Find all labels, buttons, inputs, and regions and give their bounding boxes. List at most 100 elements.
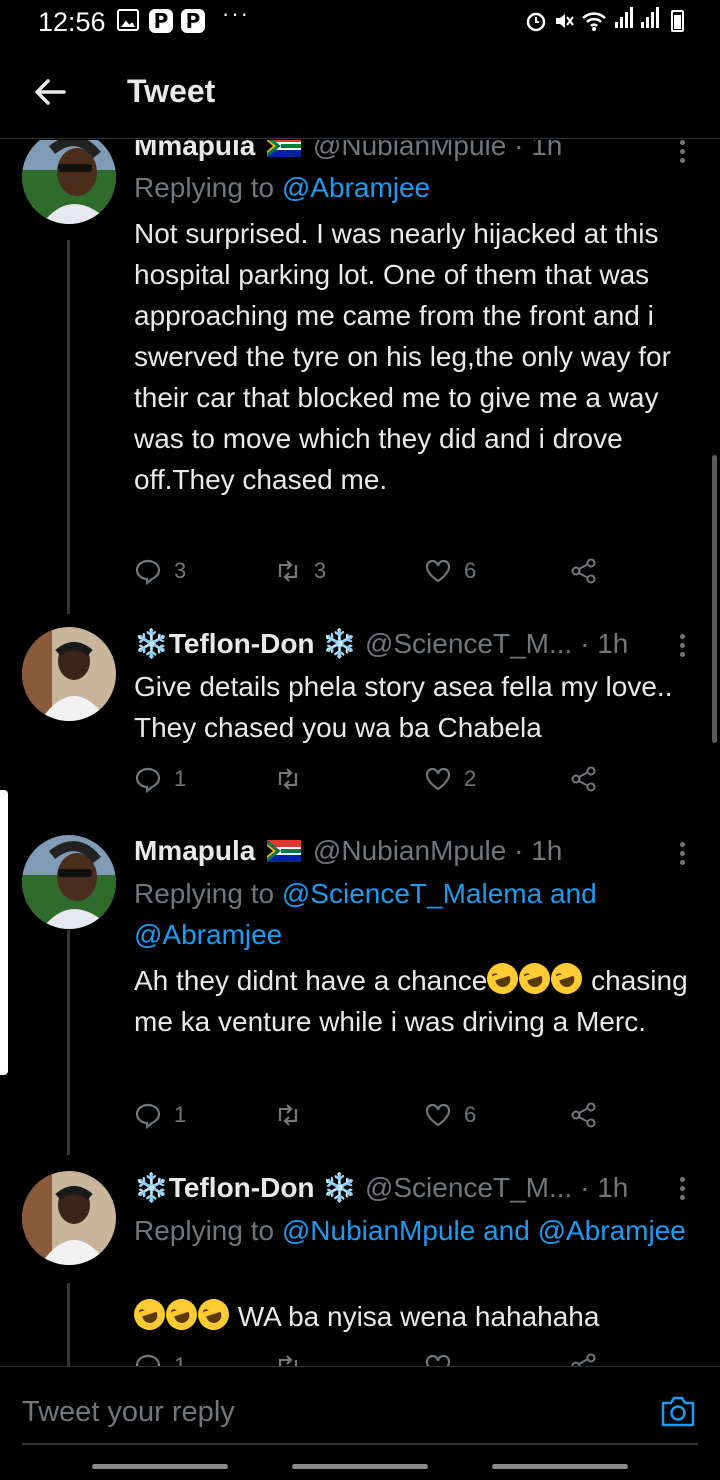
camera-icon[interactable] — [660, 1394, 696, 1428]
tweet-reply[interactable]: ❄️Teflon-Don ❄️ @ScienceT_M... · 1h Give… — [0, 614, 720, 818]
reply-count: 1 — [174, 1353, 187, 1366]
status-time: 12:56 — [38, 7, 106, 37]
reply-input[interactable]: Tweet your reply — [22, 1389, 622, 1435]
share-icon — [571, 1353, 596, 1366]
more-options-icon[interactable] — [680, 140, 692, 167]
tweet-header: ❄️Teflon-Don ❄️ @ScienceT_M... · 1h — [134, 1171, 628, 1207]
handle[interactable]: @NubianMpule — [313, 140, 506, 161]
share-button[interactable] — [570, 1100, 598, 1130]
heart-icon — [425, 767, 451, 791]
battery-icon — [671, 9, 684, 32]
tweet-header: Mmapula @NubianMpule · 1h — [134, 140, 562, 166]
avatar[interactable] — [22, 627, 116, 721]
top-app-bar: Tweet — [0, 44, 720, 139]
share-button[interactable] — [570, 556, 598, 586]
reply-count: 3 — [174, 558, 187, 583]
retweet-icon — [278, 768, 298, 790]
share-icon — [571, 1102, 596, 1128]
retweet-button[interactable] — [274, 764, 314, 794]
retweet-button[interactable] — [274, 1351, 302, 1366]
scrollbar[interactable] — [712, 455, 717, 743]
handle[interactable]: @ScienceT_M... — [365, 628, 572, 659]
alarm-icon — [526, 12, 546, 31]
recents-nav-pill[interactable] — [92, 1464, 228, 1469]
system-icons — [525, 7, 684, 34]
like-button[interactable]: 6 — [424, 556, 476, 586]
rofl-emoji-icon — [483, 958, 523, 999]
back-arrow-icon[interactable] — [30, 72, 70, 112]
like-button[interactable] — [424, 1351, 452, 1366]
tweet-text-part: WA ba nyisa wena hahahaha — [237, 1301, 600, 1332]
display-name[interactable]: Mmapula — [134, 140, 255, 161]
share-button[interactable] — [570, 764, 598, 794]
retweet-button[interactable]: 3 — [274, 556, 326, 586]
avatar[interactable] — [22, 1171, 116, 1265]
like-button[interactable]: 6 — [424, 1100, 476, 1130]
like-count: 6 — [464, 558, 477, 583]
replying-to-label: Replying to — [134, 878, 275, 909]
heart-icon — [425, 559, 451, 583]
divider — [22, 1443, 698, 1445]
thread-line — [67, 1283, 70, 1366]
reply-button[interactable]: 3 — [134, 556, 186, 586]
retweet-count: 3 — [314, 558, 327, 583]
rofl-emoji-icon — [161, 1294, 202, 1335]
replying-to: Replying to @Abramjee — [134, 167, 704, 208]
edge-panel-handle[interactable] — [0, 790, 8, 1075]
mention-link[interactable]: @Abramjee — [282, 172, 430, 203]
reply-button[interactable]: 1 — [134, 1100, 186, 1130]
p-app-icon: P — [149, 9, 173, 33]
more-options-icon[interactable] — [680, 1177, 692, 1204]
share-button[interactable] — [570, 1351, 598, 1366]
timestamp: · 1h — [514, 835, 563, 866]
handle[interactable]: @NubianMpule — [313, 835, 506, 866]
mute-icon — [556, 13, 574, 28]
tweet-actions: 1 2 — [134, 764, 614, 794]
share-icon — [571, 766, 596, 792]
replying-to-label: Replying to — [134, 1215, 275, 1246]
mention-link[interactable]: @NubianMpule and @Abramjee — [282, 1215, 686, 1246]
tweet-reply[interactable]: Mmapula @NubianMpule · 1h Replying to @A… — [0, 140, 720, 614]
reply-count: 1 — [174, 766, 187, 791]
avatar[interactable] — [22, 835, 116, 929]
replying-to-label: Replying to — [134, 172, 275, 203]
display-name[interactable]: ❄️Teflon-Don ❄️ — [134, 628, 357, 659]
back-nav-pill[interactable] — [492, 1464, 628, 1469]
tweet-text: WA ba nyisa wena hahahaha — [129, 1294, 706, 1337]
display-name[interactable]: Mmapula — [134, 835, 255, 866]
rofl-emoji-icon — [193, 1294, 234, 1335]
p-app-icon: P — [181, 9, 205, 33]
home-nav-pill[interactable] — [292, 1464, 428, 1469]
replying-to: Replying to @NubianMpule and @Abramjee — [134, 1210, 704, 1251]
gallery-icon — [117, 9, 139, 31]
replying-to: Replying to @ScienceT_Malema and @Abramj… — [134, 873, 704, 955]
like-button[interactable]: 2 — [424, 764, 476, 794]
like-count: 6 — [464, 1102, 477, 1127]
reply-count: 1 — [174, 1102, 187, 1127]
share-icon — [571, 558, 596, 584]
reply-icon — [135, 1103, 161, 1129]
display-name[interactable]: ❄️Teflon-Don ❄️ — [134, 1172, 357, 1203]
tweet-actions: 1 — [134, 1351, 614, 1366]
tweet-text-part: Ah they didnt have a chance — [134, 965, 488, 996]
reply-icon — [135, 767, 161, 793]
more-options-icon[interactable] — [680, 842, 692, 869]
heart-icon — [425, 1354, 451, 1366]
handle[interactable]: @ScienceT_M... — [365, 1172, 572, 1203]
timestamp: · 1h — [580, 1172, 629, 1203]
tweet-header: ❄️Teflon-Don ❄️ @ScienceT_M... · 1h — [134, 627, 628, 663]
rofl-emoji-icon — [547, 958, 587, 999]
thread-line — [67, 930, 70, 1155]
tweet-reply[interactable]: ❄️Teflon-Don ❄️ @ScienceT_M... · 1h Repl… — [0, 1155, 720, 1366]
more-notifications-icon: ··· — [222, 1, 250, 26]
reply-button[interactable]: 1 — [134, 764, 186, 794]
avatar[interactable] — [22, 140, 116, 224]
more-options-icon[interactable] — [680, 634, 692, 661]
reply-thread[interactable]: Mmapula @NubianMpule · 1h Replying to @A… — [0, 140, 720, 1366]
timestamp: · 1h — [514, 140, 563, 161]
tweet-reply[interactable]: Mmapula @NubianMpule · 1h Replying to @S… — [0, 818, 720, 1155]
retweet-icon — [278, 1104, 298, 1126]
reply-button[interactable]: 1 — [134, 1351, 186, 1366]
south-africa-flag-icon — [267, 140, 302, 157]
retweet-button[interactable] — [274, 1100, 314, 1130]
